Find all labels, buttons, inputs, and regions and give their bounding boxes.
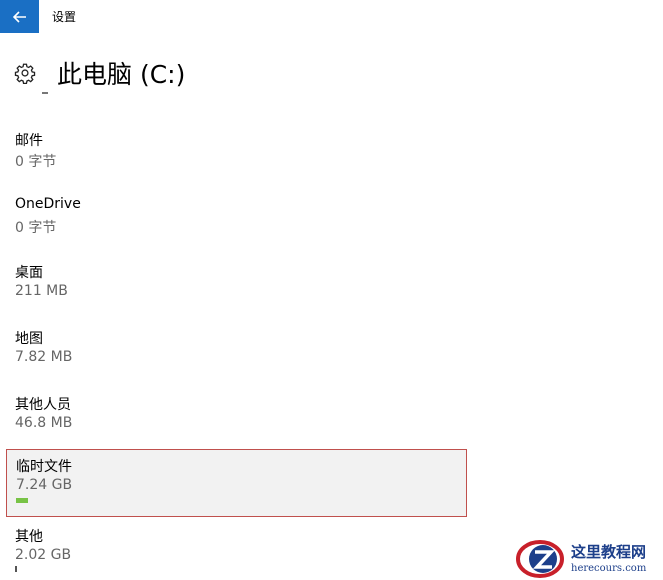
usage-bar (16, 498, 28, 503)
back-button[interactable] (0, 0, 39, 33)
storage-item-name: 地图 (15, 331, 43, 347)
storage-item-other-people[interactable]: 其他人员 46.8 MB (6, 388, 467, 456)
clipped-item-fragment (42, 92, 48, 95)
page-title: 此电脑 (C:) (57, 60, 186, 89)
storage-item-name: 其他人员 (15, 397, 71, 413)
app-title: 设置 (52, 10, 77, 24)
storage-item-size: 46.8 MB (15, 415, 73, 431)
storage-item-name: 桌面 (15, 265, 43, 281)
storage-item-size: 7.82 MB (15, 349, 73, 365)
storage-item-desktop[interactable]: 桌面 211 MB (6, 256, 467, 324)
back-arrow-icon (12, 10, 26, 23)
storage-item-temp-files[interactable]: 临时文件 7.24 GB (6, 449, 467, 517)
storage-item-size: 0 字节 (15, 220, 57, 236)
page-header: 此电脑 (C:) (0, 50, 663, 96)
storage-item-name: OneDrive (15, 196, 81, 212)
title-bar: 设置 (0, 0, 663, 33)
storage-item-other[interactable]: 其他 2.02 GB (6, 520, 467, 580)
storage-item-onedrive[interactable]: OneDrive 0 字节 (6, 190, 467, 258)
storage-item-name: 其他 (15, 529, 43, 545)
storage-item-size: 2.02 GB (15, 547, 72, 563)
storage-item-name: 临时文件 (16, 459, 72, 475)
gear-icon (14, 63, 36, 84)
storage-item-maps[interactable]: 地图 7.82 MB (6, 322, 467, 390)
watermark-logo-icon (516, 540, 564, 578)
storage-item-size: 211 MB (15, 283, 68, 299)
watermark-url: herecours.com (571, 563, 647, 574)
storage-item-name: 邮件 (15, 133, 43, 149)
storage-item-size: 0 字节 (15, 154, 57, 170)
storage-item-size: 7.24 GB (16, 477, 73, 493)
storage-item-mail[interactable]: 邮件 0 字节 (6, 124, 467, 192)
watermark-text: 这里教程网 (571, 543, 647, 561)
watermark: 这里教程网 herecours.com (515, 538, 663, 580)
usage-bar (15, 566, 17, 572)
